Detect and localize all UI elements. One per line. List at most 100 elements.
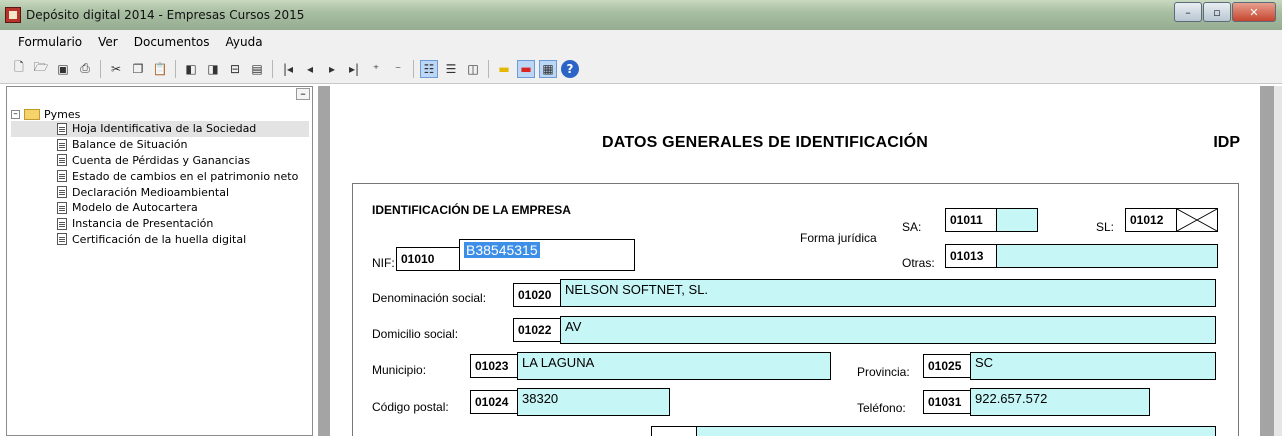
toolbar-separator [488, 59, 489, 78]
help-icon[interactable]: ? [561, 59, 579, 78]
telefono-label: Teléfono: [857, 401, 906, 415]
paste-icon[interactable]: 📋 [151, 60, 169, 78]
document-icon [57, 154, 67, 167]
menu-ver[interactable]: Ver [90, 35, 126, 49]
toolbar-separator [272, 59, 273, 78]
tree-item[interactable]: Hoja Identificativa de la Sociedad [11, 121, 309, 137]
next-icon[interactable]: ▸ [323, 60, 341, 78]
first-icon[interactable]: |◂ [279, 60, 297, 78]
folder-icon [24, 108, 40, 120]
municipio-code: 01023 [470, 354, 518, 378]
doc-prev-icon[interactable]: ◧ [182, 60, 200, 78]
denominacion-code: 01020 [513, 283, 561, 307]
prev-icon[interactable]: ◂ [301, 60, 319, 78]
doc-fit-icon[interactable]: ⊟ [226, 60, 244, 78]
cp-code: 01024 [470, 390, 518, 414]
print-icon[interactable]: ⎙ [76, 60, 94, 78]
telefono-code: 01031 [923, 390, 971, 414]
tree-item-label: Estado de cambios en el patrimonio neto [72, 169, 299, 183]
doc-info-icon[interactable]: ▤ [248, 60, 266, 78]
tree-item[interactable]: Declaración Medioambiental [11, 184, 309, 200]
navigation-panel: – – Pymes Hoja Identificativa de la Soci… [6, 86, 313, 436]
sa-code: 01011 [945, 208, 997, 232]
app-icon [5, 7, 21, 23]
decimals-remove-icon[interactable]: ⁻ [389, 60, 407, 78]
sa-label: SA: [902, 220, 922, 234]
toolbar-separator [100, 59, 101, 78]
minimize-button[interactable]: – [1174, 2, 1202, 22]
otras-code: 01013 [945, 244, 997, 268]
tree-item-label: Declaración Medioambiental [72, 185, 230, 199]
domicilio-label: Domicilio social: [372, 327, 459, 341]
sl-label: SL: [1096, 220, 1115, 234]
tree-item-label: Certificación de la huella digital [72, 232, 247, 246]
collapse-tree-icon[interactable]: – [11, 109, 20, 119]
maximize-button[interactable]: ▫ [1203, 2, 1231, 22]
tree-item-label: Cuenta de Pérdidas y Ganancias [72, 153, 251, 167]
form-heading: DATOS GENERALES DE IDENTIFICACIÓN [602, 134, 929, 151]
tree-item[interactable]: Instancia de Presentación [11, 216, 309, 232]
menu-ayuda[interactable]: Ayuda [218, 35, 271, 49]
copy-icon[interactable]: ❐ [129, 60, 147, 78]
provincia-field[interactable]: SC [970, 352, 1216, 380]
nif-field[interactable]: B38545315 [459, 239, 635, 271]
document-icon [57, 186, 67, 199]
vertical-scrollbar[interactable] [1274, 86, 1282, 436]
domicilio-field[interactable]: AV [560, 316, 1216, 344]
checked-x-icon [1177, 209, 1217, 231]
denominacion-field[interactable]: NELSON SOFTNET, SL. [560, 279, 1216, 307]
municipio-field[interactable]: LA LAGUNA [517, 352, 831, 380]
list-view-icon[interactable]: ☰ [442, 60, 460, 78]
forma-juridica-label: Forma jurídica [800, 231, 877, 245]
save-icon[interactable]: ▣ [54, 60, 72, 78]
open-icon[interactable]: 🗁 [32, 60, 50, 78]
sa-field[interactable] [996, 208, 1038, 232]
tree-view-icon[interactable]: ☷ [420, 59, 438, 78]
tree-item[interactable]: Modelo de Autocartera [11, 200, 309, 216]
sl-checkbox[interactable] [1176, 208, 1218, 232]
cut-icon[interactable]: ✂ [107, 60, 125, 78]
form-code: IDP [1213, 134, 1240, 151]
tree-root-pymes[interactable]: – Pymes [11, 107, 309, 121]
nif-code: 01010 [396, 247, 460, 271]
menu-documentos[interactable]: Documentos [126, 35, 218, 49]
yellow-box-icon[interactable]: ▬ [495, 60, 513, 78]
provincia-code: 01025 [923, 354, 971, 378]
cp-field[interactable]: 38320 [517, 388, 670, 416]
form-viewport: DATOS GENERALES DE IDENTIFICACIÓN IDP ID… [318, 86, 1282, 436]
sl-code: 01012 [1125, 208, 1177, 232]
toolbar: 🗋 🗁 ▣ ⎙ ✂ ❐ 📋 ◧ ◨ ⊟ ▤ |◂ ◂ ▸ ▸| ⁺ ⁻ ☷ ☰ ◫ ▬ ▬ ▦? [0, 54, 1282, 84]
doc-next-icon[interactable]: ◨ [204, 60, 222, 78]
new-icon[interactable]: 🗋 [10, 60, 28, 78]
title-bar: Depósito digital 2014 - Empresas Cursos … [0, 0, 1282, 30]
municipio-label: Municipio: [372, 363, 427, 377]
tree-item[interactable]: Certificación de la huella digital [11, 232, 309, 248]
close-button[interactable]: ✕ [1232, 2, 1276, 22]
next-row-field[interactable] [696, 426, 1216, 436]
menu-bar: Formulario Ver Documentos Ayuda [0, 30, 1282, 54]
tree-item-label: Modelo de Autocartera [72, 201, 198, 215]
nif-value: B38545315 [464, 242, 540, 258]
form-sheet: DATOS GENERALES DE IDENTIFICACIÓN IDP ID… [330, 86, 1260, 436]
cp-label: Código postal: [372, 400, 449, 414]
menu-formulario[interactable]: Formulario [10, 35, 90, 49]
last-icon[interactable]: ▸| [345, 60, 363, 78]
red-box-icon[interactable]: ▬ [517, 59, 535, 78]
tree-item-label: Balance de Situación [72, 138, 188, 152]
document-icon [57, 233, 67, 246]
toolbar-separator [175, 59, 176, 78]
tree-item[interactable]: Cuenta de Pérdidas y Ganancias [11, 153, 309, 169]
tree-item[interactable]: Estado de cambios en el patrimonio neto [11, 168, 309, 184]
tree-item[interactable]: Balance de Situación [11, 137, 309, 153]
tree-item-label: Hoja Identificativa de la Sociedad [72, 122, 257, 136]
otras-field[interactable] [996, 244, 1218, 268]
columns-icon[interactable]: ◫ [464, 60, 482, 78]
decimals-add-icon[interactable]: ⁺ [367, 60, 385, 78]
nif-label: NIF: [372, 256, 395, 270]
collapse-panel-button[interactable]: – [296, 88, 310, 100]
form-icon[interactable]: ▦ [539, 59, 557, 78]
document-icon [57, 201, 67, 214]
document-tree: – Pymes Hoja Identificativa de la Socied… [11, 107, 309, 247]
telefono-field[interactable]: 922.657.572 [970, 388, 1150, 416]
document-icon [57, 122, 67, 135]
